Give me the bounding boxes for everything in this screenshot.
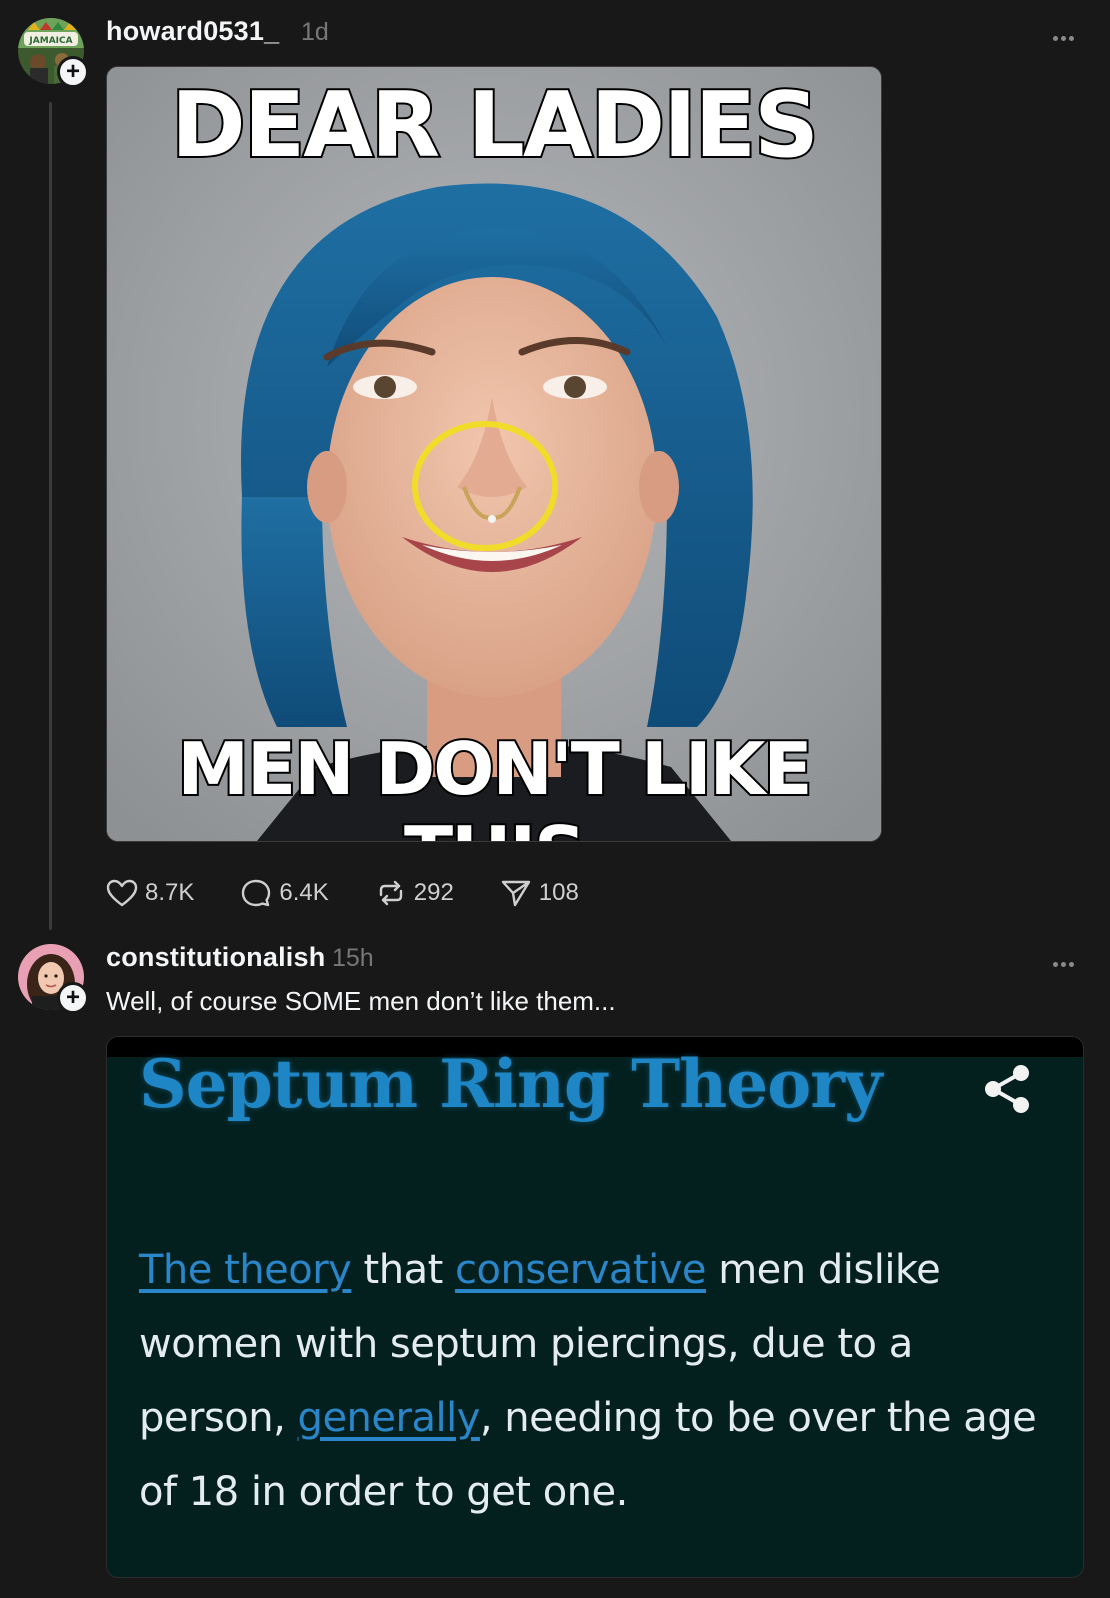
follow-plus-icon[interactable]: + (57, 982, 89, 1014)
post-text: Well, of course SOME men don’t like them… (106, 986, 616, 1016)
post-image[interactable]: Septum Ring Theory The theory that conse… (106, 1036, 1084, 1578)
post-username[interactable]: constitutionalish (106, 942, 325, 973)
definition-text: The theory that conservative men dislike… (139, 1233, 1059, 1529)
link-the-theory[interactable]: The theory (139, 1247, 352, 1293)
definition-title: Septum Ring Theory (139, 1045, 882, 1123)
link-generally[interactable]: generally (298, 1395, 481, 1441)
share-icon (985, 1065, 1029, 1113)
definition-text-part: that (351, 1247, 456, 1293)
post-timestamp: 15h (332, 944, 374, 972)
post-constitutionalish: + constitutionalish 15h Well, of course … (0, 0, 1110, 1598)
link-conservative[interactable]: conservative (455, 1247, 706, 1293)
more-options-icon[interactable] (1053, 954, 1081, 967)
